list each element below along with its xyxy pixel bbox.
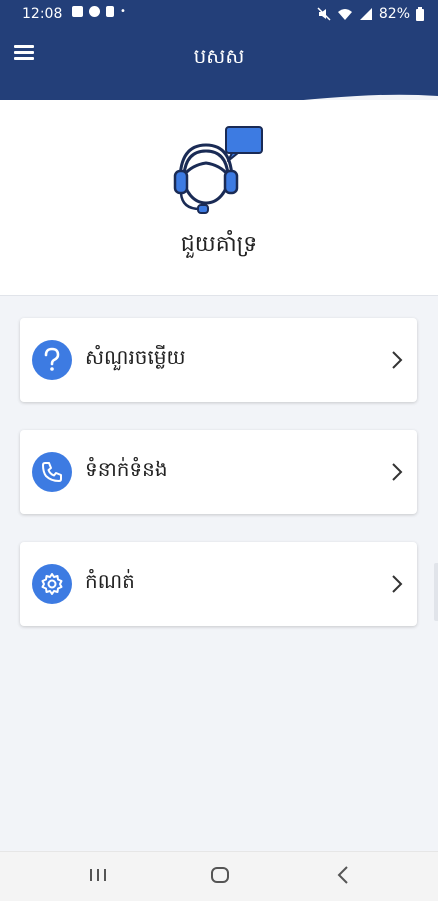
chevron-right-icon [392,351,403,369]
download-notification-icon [106,6,114,17]
question-icon [32,340,72,380]
section-divider [0,295,438,296]
hero-label: ជួយគាំទ្រ [180,232,258,257]
support-hero: ជួយគាំទ្រ [0,100,438,295]
faq-label: សំណួរចម្លើយ [85,345,186,369]
recent-apps-button[interactable] [89,864,107,886]
gear-icon [32,564,72,604]
gallery-notification-icon [72,6,83,17]
battery-icon [416,7,424,21]
faq-card[interactable]: សំណួរចម្លើយ [20,318,417,402]
settings-label: កំណត់ [85,569,135,593]
contact-card[interactable]: ទំនាក់ទំនង [20,430,417,514]
mute-icon [317,7,331,21]
home-button[interactable] [210,864,230,886]
back-button[interactable] [336,864,350,886]
wifi-icon [337,9,352,20]
status-bar: 12:08 • 82% [0,0,438,30]
page-title: បសស [193,44,245,68]
status-time: 12:08 [22,6,63,22]
chevron-right-icon [392,463,403,481]
phone-icon [32,452,72,492]
signal-icon [359,8,372,20]
contact-label: ទំនាក់ទំនង [85,457,168,481]
battery-percent: 82% [378,6,410,22]
chevron-right-icon [392,575,403,593]
settings-card[interactable]: កំណត់ [20,542,417,626]
support-agent-icon [173,126,263,214]
edge-panel-handle[interactable] [434,563,438,621]
dot-icon: • [120,6,126,17]
messenger-notification-icon [89,6,100,17]
system-nav-bar [0,851,438,901]
